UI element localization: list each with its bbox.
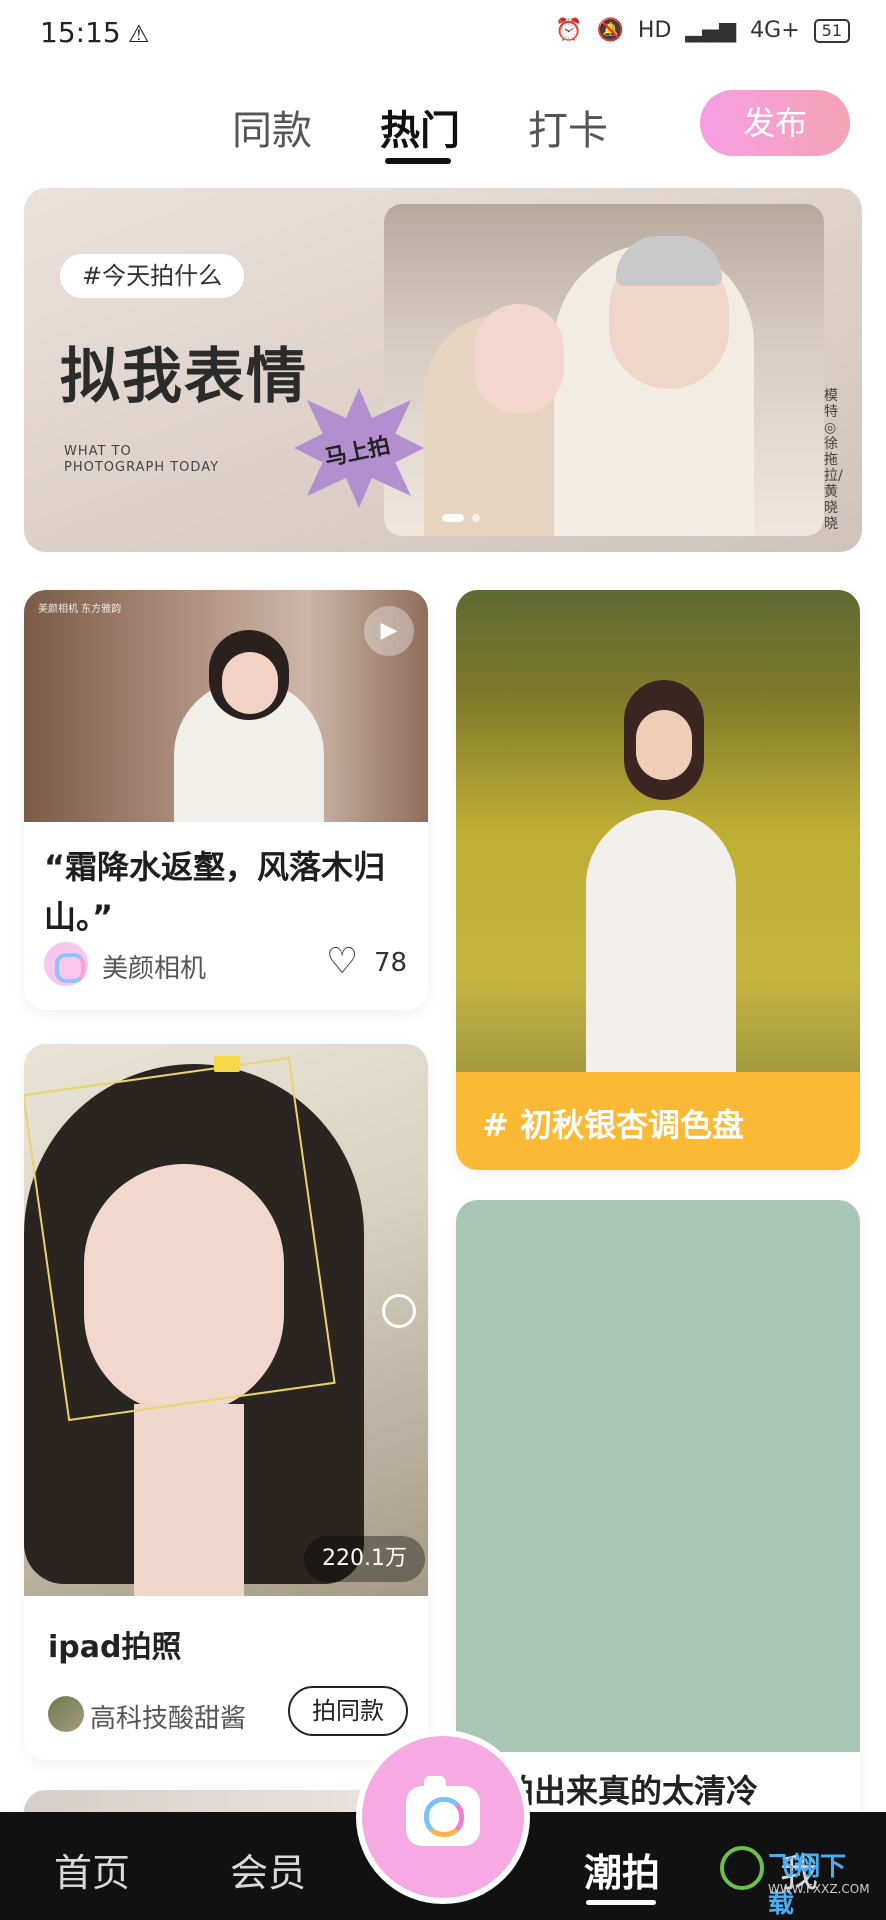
watermark-url: WWW.FXXZ.COM — [768, 1882, 870, 1896]
warning-icon: ⚠ — [128, 20, 150, 48]
card-image: 220.1万 — [24, 1044, 428, 1596]
signal-icon: ▂▄▆ — [685, 18, 737, 43]
card-title: “霜降水返壑，风落木归山。” — [44, 848, 386, 936]
feed-card-cool-photo[interactable]: 片拍出来真的太清冷 — [456, 1200, 860, 1840]
card-image — [456, 590, 860, 1072]
battery-icon: 51 — [813, 18, 850, 43]
card-image — [456, 1200, 860, 1752]
card-topic-tag: # 初秋银杏调色盘 — [482, 1106, 744, 1144]
tab-same-style[interactable]: 同款 — [232, 98, 312, 156]
feed-card-ginkgo[interactable]: # 初秋银杏调色盘 — [456, 590, 860, 1170]
card-author: 美颜相机 — [102, 954, 207, 984]
active-nav-indicator — [586, 1900, 656, 1905]
alarm-icon: ⏰ — [555, 18, 583, 43]
banner-subtitle-line2: PHOTOGRAPH TODAY — [64, 460, 220, 475]
view-count-badge: 220.1万 — [304, 1536, 425, 1582]
nav-item-home[interactable]: 首页 — [54, 1842, 130, 1897]
flash-icon — [214, 1056, 240, 1072]
shutter-icon — [382, 1294, 416, 1328]
promo-banner[interactable]: #今天拍什么 拟我表情 WHAT TO PHOTOGRAPH TODAY 模特◎… — [24, 188, 862, 552]
mute-bell-icon: 🔕 — [596, 18, 624, 43]
top-tab-bar: 同款 热门 打卡 发布 — [0, 80, 886, 170]
feed-card-ipad[interactable]: 220.1万 ipad拍照 高科技酸甜酱 拍同款 — [24, 1044, 428, 1760]
feed-card-poem[interactable]: 美颜相机 东方雅韵 ▶ “霜降水返壑，风落木归山。” 美颜相机 ♡ 78 — [24, 590, 428, 1010]
banner-model-credit: 模特◎徐拖拉/黄晓晓 — [824, 388, 843, 532]
active-tab-indicator — [385, 158, 451, 164]
beauty-camera-logo-icon — [44, 942, 88, 986]
status-icons: ⏰ 🔕 HD ▂▄▆ 4G+ 51 — [555, 18, 850, 43]
shoot-now-star-button[interactable]: 马上拍 — [294, 388, 424, 508]
shoot-now-label: 马上拍 — [322, 433, 393, 472]
play-icon[interactable]: ▶ — [364, 606, 414, 656]
site-watermark: 飞翔下载 WWW.FXXZ.COM — [720, 1840, 870, 1919]
tab-checkin[interactable]: 打卡 — [528, 98, 608, 156]
card-author: 高科技酸甜酱 — [90, 1704, 247, 1734]
avatar[interactable] — [48, 1696, 84, 1732]
like-count: 78 — [374, 948, 408, 978]
network-label: 4G+ — [750, 18, 800, 43]
status-bar: 15:15 ⚠ ⏰ 🔕 HD ▂▄▆ 4G+ 51 — [0, 0, 886, 70]
hd-badge: HD — [637, 18, 672, 43]
camera-icon — [406, 1776, 480, 1846]
camera-frame-overlay — [24, 1056, 336, 1422]
camera-button[interactable] — [362, 1736, 524, 1898]
status-time: 15:15 — [40, 16, 121, 49]
tab-hot[interactable]: 热门 — [380, 98, 460, 156]
site-logo-icon — [720, 1846, 764, 1890]
nav-item-vip[interactable]: 会员 — [230, 1842, 306, 1897]
banner-pagination — [442, 514, 480, 522]
image-watermark: 美颜相机 东方雅韵 — [38, 604, 122, 615]
banner-hashtag: #今天拍什么 — [60, 254, 245, 298]
heart-icon[interactable]: ♡ — [326, 942, 358, 982]
publish-button[interactable]: 发布 — [700, 90, 850, 156]
nav-item-trend-shoot[interactable]: 潮拍 — [584, 1842, 660, 1897]
banner-headline: 拟我表情 — [60, 342, 308, 412]
banner-photo — [384, 204, 824, 536]
card-title: ipad拍照 — [48, 1630, 182, 1665]
shoot-same-style-button[interactable]: 拍同款 — [288, 1686, 408, 1736]
card-image: 美颜相机 东方雅韵 ▶ — [24, 590, 428, 822]
banner-subtitle-line1: WHAT TO — [64, 444, 132, 459]
